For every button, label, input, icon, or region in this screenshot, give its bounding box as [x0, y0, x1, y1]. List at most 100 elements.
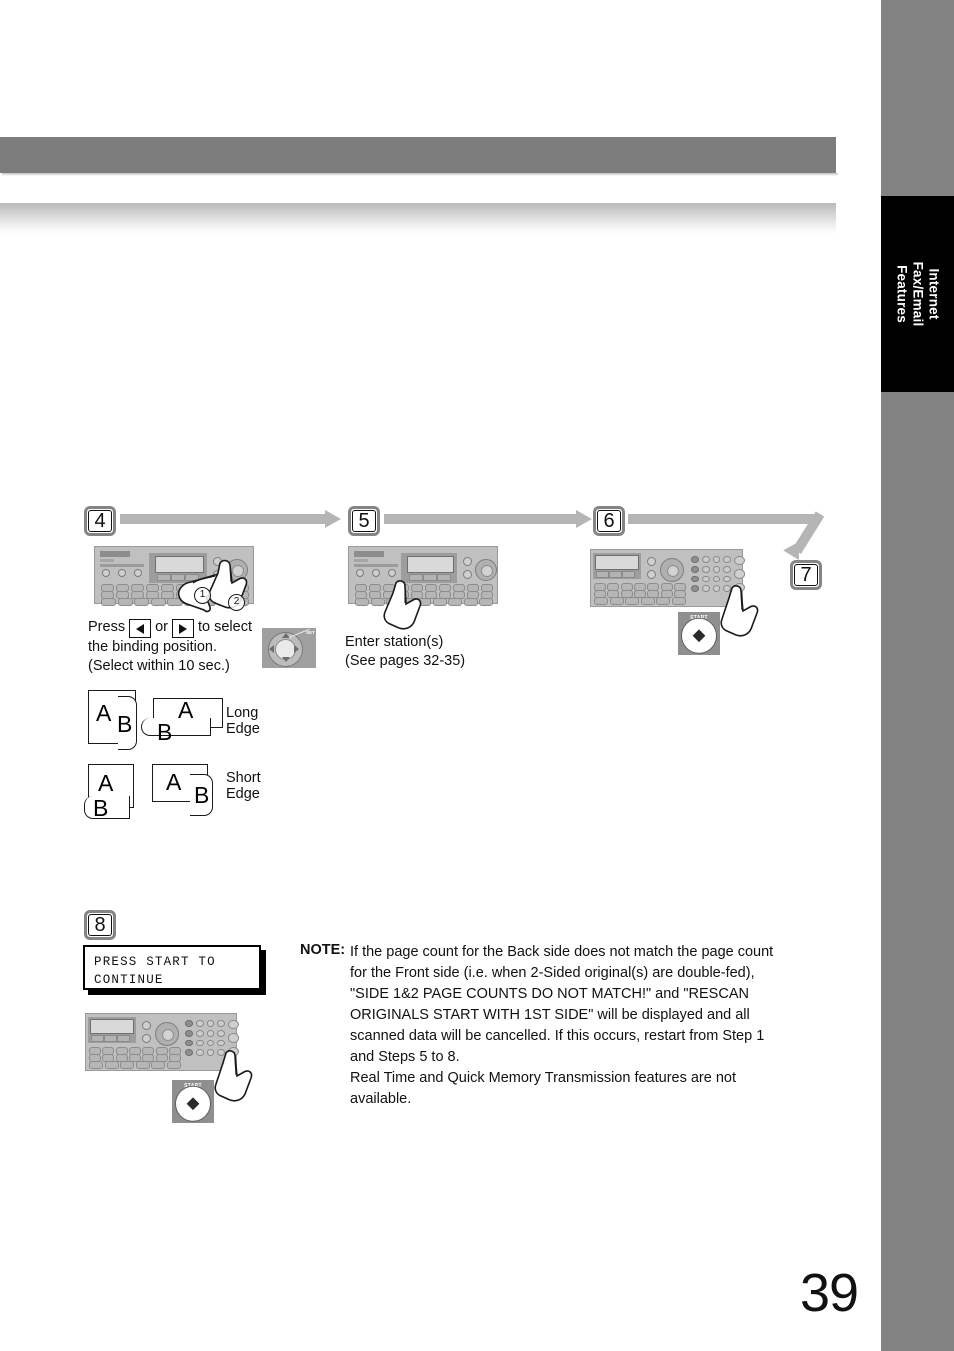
panel-key — [104, 1061, 119, 1069]
navigation-key-closeup: SET — [262, 628, 316, 668]
step-badge-8: 8 — [84, 910, 116, 940]
step-4-caption-line1: Press or to select — [88, 617, 288, 638]
panel-key — [151, 1061, 166, 1069]
hand-pointer-step-8 — [212, 1050, 254, 1102]
header-gradient-band — [0, 203, 836, 234]
panel-softkey-1 — [596, 571, 609, 578]
side-tab-label: Internet Fax/Email Features — [894, 261, 942, 327]
panel-key-row-3 — [594, 597, 686, 605]
dialpad-key — [691, 575, 699, 583]
long-edge-front-letter-b: B — [117, 711, 133, 737]
panel-key-row-3 — [355, 598, 493, 606]
dialpad-key — [195, 1049, 204, 1056]
dialpad-key — [217, 1029, 225, 1037]
dialpad-key — [691, 556, 699, 563]
panel-key — [101, 598, 117, 606]
long-edge-flat-letter-a: A — [178, 697, 194, 723]
panel-key-row-2 — [594, 590, 687, 598]
start-key-callout-step-8: START — [172, 1080, 214, 1123]
panel-key-row-1 — [355, 584, 494, 592]
panel-key — [135, 1061, 150, 1069]
panel-lamp-labels — [354, 564, 398, 567]
panel-lcd-screen — [595, 555, 639, 570]
panel-brand-logo — [354, 551, 384, 557]
step-4-caption-post: to select — [197, 619, 252, 635]
navkey-left-icon — [269, 645, 274, 653]
step-badge-6-label: 6 — [603, 509, 615, 532]
panel-lamp-3 — [388, 569, 396, 577]
panel-softkey-3 — [117, 1035, 130, 1042]
page-number: 39 — [800, 1263, 859, 1323]
lcd-message-line-1: PRESS START TO — [94, 955, 216, 969]
dialpad-key — [712, 575, 721, 583]
flow-arrow-head-5 — [325, 510, 341, 528]
arrow-left-icon[interactable] — [129, 619, 152, 638]
panel-lamp-status-b — [647, 570, 656, 579]
panel-key — [671, 597, 686, 605]
panel-key-row-2 — [89, 1054, 182, 1062]
panel-key — [448, 598, 462, 606]
panel-lamp-3 — [134, 569, 142, 577]
header-bar — [0, 137, 838, 176]
panel-lamp-2 — [118, 569, 126, 577]
dialpad-key — [217, 1039, 225, 1047]
control-panel-illustration-step-5 — [348, 546, 498, 606]
dialpad-key — [723, 565, 731, 573]
flow-arrow-4-to-5 — [120, 514, 325, 524]
panel-lamp-status-a — [463, 557, 472, 566]
navkey-set-label: SET — [306, 630, 315, 635]
right-key-copy — [228, 1033, 239, 1043]
dialpad-key — [195, 1029, 204, 1037]
panel-lamp-2 — [372, 569, 380, 577]
dialpad-key — [185, 1020, 193, 1027]
navkey-down-icon — [282, 657, 290, 662]
panel-lamp-status-b — [142, 1034, 151, 1043]
panel-lamp-status-a — [142, 1021, 151, 1030]
panel-key — [609, 597, 624, 605]
long-edge-flat-letter-b: B — [157, 719, 173, 745]
step-4-caption-pre: Press — [88, 619, 126, 635]
arrow-right-icon[interactable] — [171, 619, 194, 638]
long-edge-front-letter-a: A — [96, 700, 112, 726]
panel-lcd-screen — [407, 556, 454, 573]
hand-pointer-step-6 — [718, 585, 760, 637]
hand-callout-1: 1 — [194, 587, 211, 604]
hand-pointer-step-5 — [382, 580, 422, 630]
start-button-icon[interactable] — [175, 1085, 211, 1122]
panel-softkey-3 — [437, 574, 451, 581]
panel-softkey-1 — [157, 574, 171, 581]
dialpad-key — [206, 1029, 215, 1037]
lcd-message-line-2: CONTINUE — [94, 973, 164, 987]
dialpad-key — [723, 575, 731, 583]
dialpad-key — [691, 565, 699, 573]
navkey-right-icon — [294, 645, 299, 653]
start-button-icon[interactable] — [681, 617, 717, 654]
step-5-caption: Enter station(s) (See pages 32-35) — [345, 634, 466, 669]
panel-softkey-2 — [104, 1035, 117, 1042]
flow-arrow-head-6 — [576, 510, 592, 528]
panel-key-row-1 — [89, 1047, 182, 1055]
dialpad-key — [185, 1049, 193, 1056]
step-badge-5: 5 — [348, 506, 380, 536]
dialpad-key — [206, 1020, 215, 1027]
long-edge-flat-curl — [141, 718, 211, 736]
dialpad-key — [206, 1039, 215, 1047]
note-paragraph-1: If the page count for the Back side does… — [350, 944, 774, 1065]
panel-key — [134, 598, 150, 606]
panel-key-row-1 — [594, 583, 687, 591]
step-badge-8-label: 8 — [94, 913, 106, 936]
panel-key — [594, 597, 609, 605]
panel-lamp-1 — [102, 569, 110, 577]
panel-navigation-pad — [475, 559, 497, 581]
step-badge-7: 7 — [790, 560, 822, 590]
hand-callout-2: 2 — [228, 594, 245, 611]
panel-lamp-labels — [100, 564, 144, 567]
step-badge-4-label: 4 — [94, 509, 106, 532]
side-tab-internet-fax-email-features: Internet Fax/Email Features — [881, 196, 954, 392]
panel-key — [432, 598, 447, 606]
panel-softkey-1 — [91, 1035, 104, 1042]
dialpad-key — [701, 565, 710, 573]
dialpad-key — [195, 1039, 204, 1047]
panel-softkey-2 — [609, 571, 622, 578]
panel-key — [89, 1061, 104, 1069]
